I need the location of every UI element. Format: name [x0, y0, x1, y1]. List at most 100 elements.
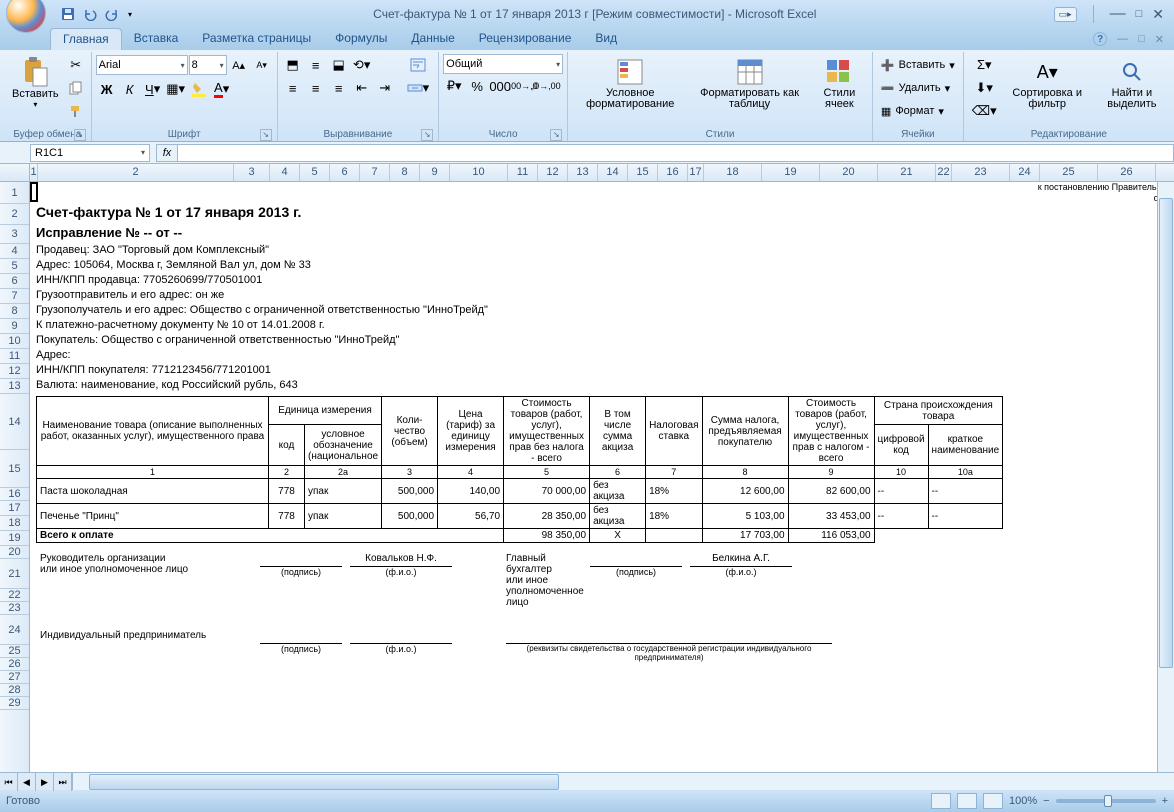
copy-icon[interactable]: [65, 77, 87, 99]
view-layout-icon[interactable]: [957, 793, 977, 809]
row-header[interactable]: 20: [0, 546, 29, 559]
column-header[interactable]: 1: [30, 164, 38, 181]
number-dlg-icon[interactable]: ↘: [550, 129, 562, 141]
undo-icon[interactable]: [80, 4, 100, 24]
fill-color-icon[interactable]: [188, 78, 210, 100]
tab-first-icon[interactable]: ⏮: [0, 773, 18, 791]
wrap-text-icon[interactable]: [402, 54, 435, 76]
tab-review[interactable]: Рецензирование: [467, 28, 584, 50]
column-header[interactable]: 20: [820, 164, 878, 181]
zoom-out-icon[interactable]: −: [1043, 795, 1049, 807]
save-icon[interactable]: [58, 4, 78, 24]
zoom-level[interactable]: 100%: [1009, 795, 1037, 807]
formula-input[interactable]: [178, 144, 1174, 162]
clipboard-dlg-icon[interactable]: ↘: [74, 129, 86, 141]
maximize-icon[interactable]: □: [1136, 8, 1143, 20]
column-header[interactable]: 21: [878, 164, 936, 181]
cell-styles-button[interactable]: Стили ячеек: [811, 54, 868, 112]
font-name-combo[interactable]: Arial▾: [96, 55, 188, 75]
redo-icon[interactable]: [102, 4, 122, 24]
clear-icon[interactable]: ⌫▾: [968, 100, 1001, 122]
number-format-combo[interactable]: Общий▾: [443, 54, 563, 74]
row-header[interactable]: 16: [0, 488, 29, 501]
tab-formulas[interactable]: Формулы: [323, 28, 399, 50]
paste-button[interactable]: Вставить ▾: [8, 54, 63, 111]
mdi-minimize-icon[interactable]: —: [1117, 33, 1128, 45]
row-header[interactable]: 11: [0, 349, 29, 364]
zoom-slider[interactable]: [1056, 799, 1156, 803]
insert-cells-button[interactable]: ➕Вставить▾: [877, 54, 959, 76]
row-header[interactable]: 3: [0, 225, 29, 244]
mdi-close-icon[interactable]: ✕: [1155, 33, 1164, 46]
tab-next-icon[interactable]: ▶: [36, 773, 54, 791]
column-header[interactable]: 13: [568, 164, 598, 181]
column-header[interactable]: 8: [390, 164, 420, 181]
cut-icon[interactable]: ✂: [65, 54, 87, 76]
row-header[interactable]: 12: [0, 364, 29, 379]
row-header[interactable]: 28: [0, 684, 29, 697]
row-header[interactable]: 29: [0, 697, 29, 710]
indent-dec-icon[interactable]: ⇤: [351, 77, 373, 99]
row-header[interactable]: 21: [0, 559, 29, 589]
row-header[interactable]: 15: [0, 450, 29, 488]
column-header[interactable]: 11: [508, 164, 538, 181]
cond-format-button[interactable]: Условное форматирование: [572, 54, 688, 112]
name-box[interactable]: R1C1▾: [30, 144, 150, 162]
column-header[interactable]: 10: [450, 164, 508, 181]
view-normal-icon[interactable]: [931, 793, 951, 809]
row-header[interactable]: 9: [0, 319, 29, 334]
align-top-icon[interactable]: ⬒: [282, 54, 304, 76]
column-header[interactable]: 16: [658, 164, 688, 181]
font-size-combo[interactable]: 8▾: [189, 55, 227, 75]
tab-data[interactable]: Данные: [399, 28, 466, 50]
shrink-font-icon[interactable]: A▾: [251, 54, 273, 76]
row-header[interactable]: 26: [0, 658, 29, 671]
format-table-button[interactable]: Форматировать как таблицу: [690, 54, 809, 112]
row-header[interactable]: 19: [0, 531, 29, 546]
align-dlg-icon[interactable]: ↘: [421, 129, 433, 141]
bold-icon[interactable]: Ж: [96, 78, 118, 100]
row-header[interactable]: 5: [0, 259, 29, 274]
merge-icon[interactable]: ▾: [402, 77, 435, 99]
align-bottom-icon[interactable]: ⬓: [328, 54, 350, 76]
qat-dropdown-icon[interactable]: ▾: [124, 4, 136, 24]
mdi-restore-icon[interactable]: □: [1138, 33, 1145, 45]
column-header[interactable]: 2: [38, 164, 234, 181]
column-header[interactable]: 18: [704, 164, 762, 181]
row-header[interactable]: 8: [0, 304, 29, 319]
column-header[interactable]: 3: [234, 164, 270, 181]
column-header[interactable]: 4: [270, 164, 300, 181]
tab-prev-icon[interactable]: ◀: [18, 773, 36, 791]
font-dlg-icon[interactable]: ↘: [260, 129, 272, 141]
font-color-icon[interactable]: A▾: [211, 78, 233, 100]
column-header[interactable]: 7: [360, 164, 390, 181]
close-icon[interactable]: ✕: [1152, 6, 1164, 23]
minimize-icon[interactable]: —: [1110, 5, 1126, 23]
grow-font-icon[interactable]: A▴: [228, 54, 250, 76]
horizontal-scrollbar[interactable]: [72, 773, 1174, 790]
tab-last-icon[interactable]: ⏭: [54, 773, 72, 791]
fx-icon[interactable]: fx: [156, 144, 178, 162]
help-icon[interactable]: ?: [1093, 32, 1107, 46]
column-header[interactable]: 5: [300, 164, 330, 181]
tab-view[interactable]: Вид: [583, 28, 629, 50]
column-header[interactable]: 25: [1040, 164, 1098, 181]
underline-icon[interactable]: Ч▾: [142, 78, 164, 100]
fill-icon[interactable]: ⬇▾: [968, 77, 1001, 99]
row-header[interactable]: 6: [0, 274, 29, 289]
align-right-icon[interactable]: ≡: [328, 77, 350, 99]
align-left-icon[interactable]: ≡: [282, 77, 304, 99]
zoom-in-icon[interactable]: +: [1162, 795, 1168, 807]
italic-icon[interactable]: К: [119, 78, 141, 100]
autosum-icon[interactable]: Σ▾: [968, 54, 1001, 76]
percent-icon[interactable]: %: [466, 75, 488, 97]
row-header[interactable]: 25: [0, 645, 29, 658]
format-painter-icon[interactable]: [65, 100, 87, 122]
row-header[interactable]: 2: [0, 204, 29, 225]
column-header[interactable]: 24: [1010, 164, 1040, 181]
row-header[interactable]: 18: [0, 516, 29, 531]
orientation-icon[interactable]: ⟲▾: [351, 54, 373, 76]
align-middle-icon[interactable]: ≡: [305, 54, 327, 76]
format-cells-button[interactable]: ▦Формат▾: [877, 100, 959, 122]
column-header[interactable]: 23: [952, 164, 1010, 181]
